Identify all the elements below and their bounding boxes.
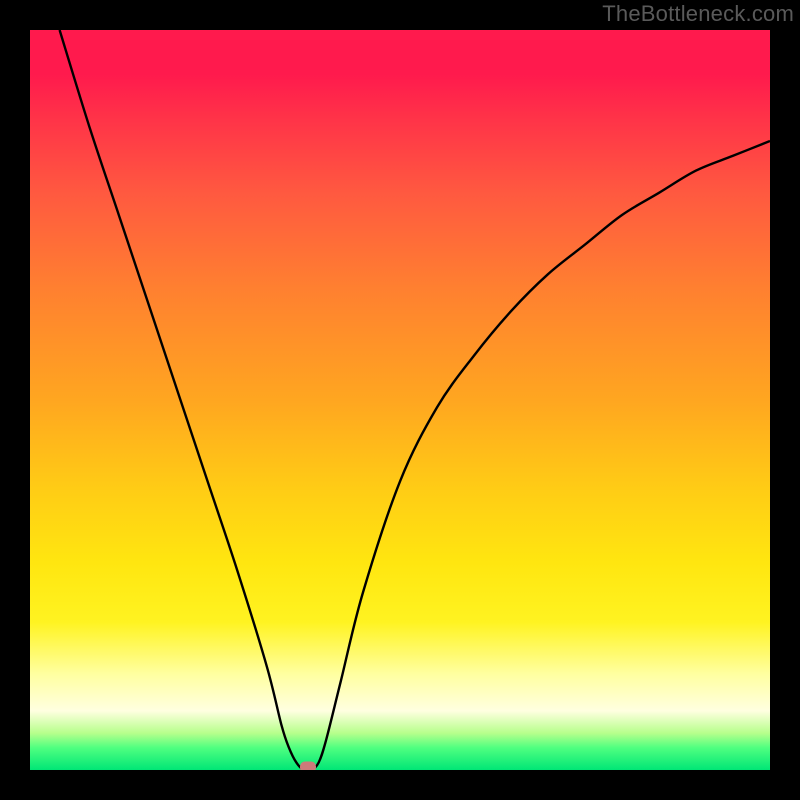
optimal-point-marker xyxy=(300,762,316,771)
chart-plot-area xyxy=(30,30,770,770)
watermark-text: TheBottleneck.com xyxy=(602,1,794,27)
chart-curve-layer xyxy=(30,30,770,770)
bottleneck-curve-path xyxy=(60,30,770,770)
